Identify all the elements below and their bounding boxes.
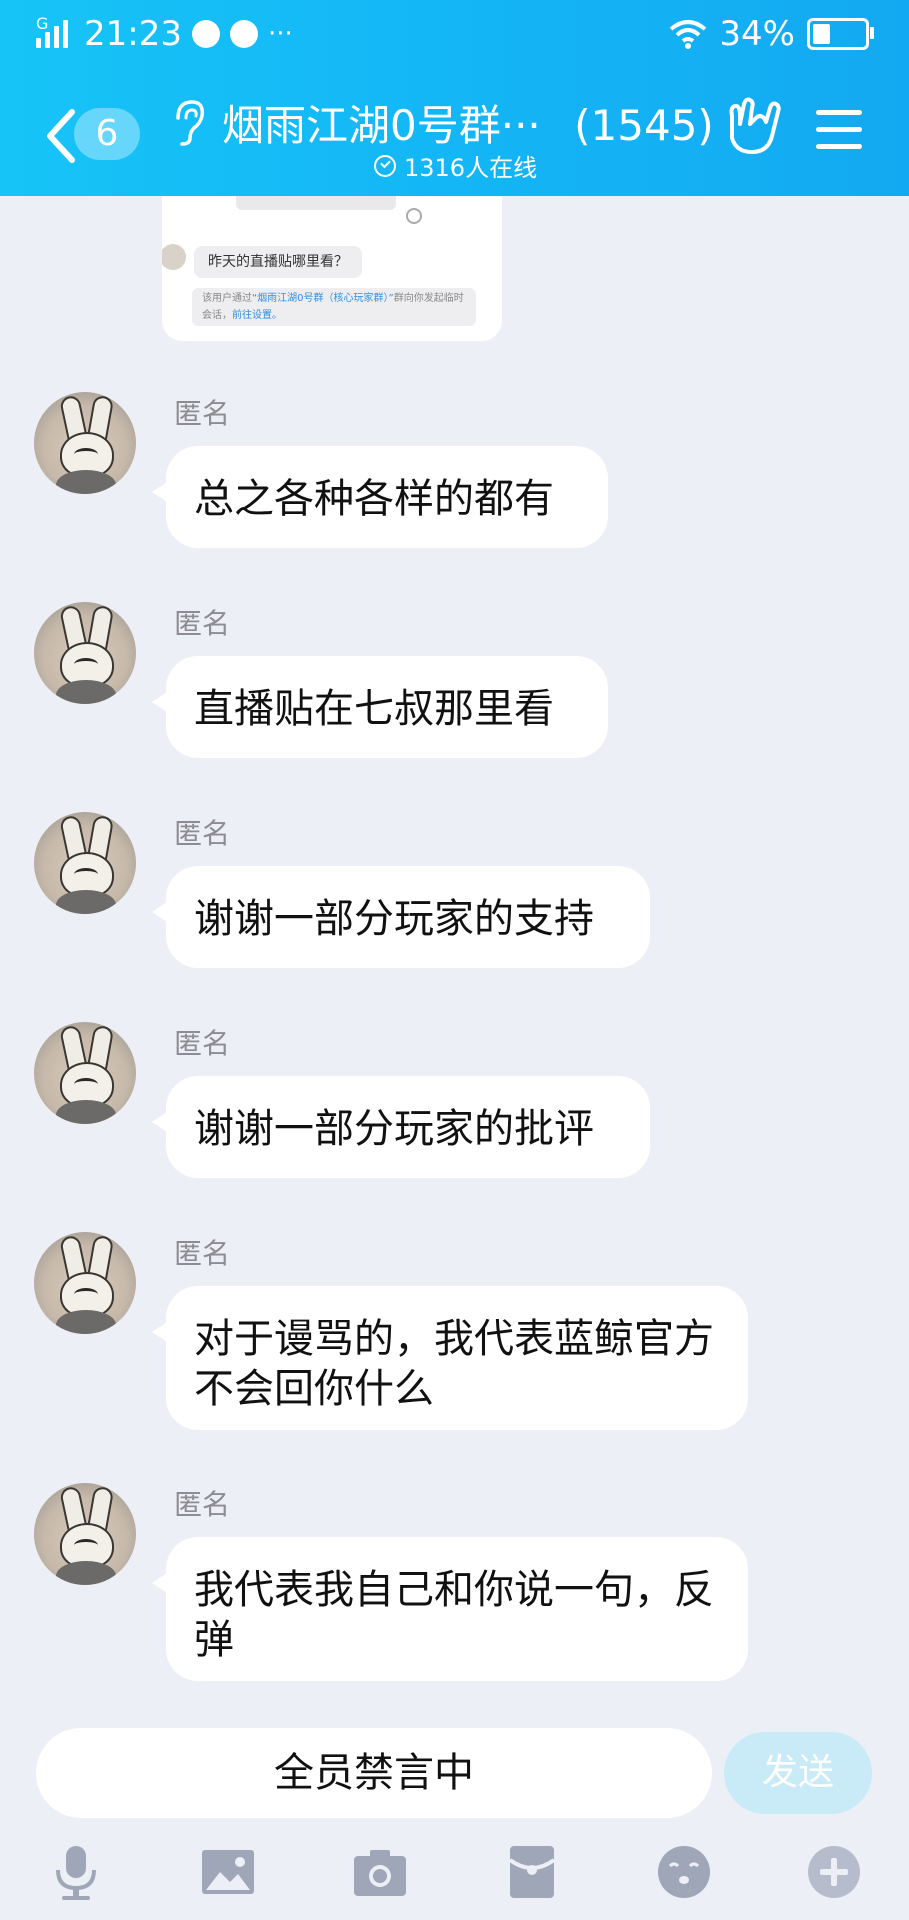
send-button[interactable]: 发送 (724, 1732, 872, 1814)
online-text: 1316人在线 (404, 154, 538, 182)
jovi-icon (229, 20, 258, 48)
note-group: “烟雨江湖0号群（核心玩家群）” (252, 293, 394, 304)
sender-name: 匿名 (174, 397, 231, 430)
message-bubble[interactable]: 谢谢一部分玩家的批评 (152, 1076, 650, 1178)
wifi-icon (670, 20, 707, 49)
mic-icon[interactable] (46, 1842, 106, 1902)
clock: 21:23 (84, 14, 182, 54)
unread-count-badge[interactable]: 6 (74, 108, 140, 160)
avatar[interactable] (34, 1232, 136, 1334)
app-notification-icon (191, 20, 220, 48)
avatar[interactable] (34, 1022, 136, 1124)
note-prefix: 该用户通过 (202, 293, 252, 304)
ear-icon[interactable] (170, 98, 206, 148)
red-packet-icon[interactable] (502, 1842, 562, 1902)
group-name: 烟雨江湖0号群··· (222, 101, 541, 150)
avatar[interactable] (34, 1483, 136, 1585)
group-title[interactable]: 烟雨江湖0号群··· (1545) (222, 92, 714, 153)
sender-name: 匿名 (174, 1027, 231, 1060)
signal-icon: G (36, 14, 74, 48)
avatar[interactable] (34, 812, 136, 914)
network-type: G (36, 14, 49, 33)
chat-area[interactable]: 昨天的直播贴哪里看？ 该用户通过“烟雨江湖0号群（核心玩家群）”群向你发起临时会… (0, 196, 909, 1716)
muted-input-field[interactable]: 全员禁言中 (36, 1728, 712, 1818)
shared-screenshot-card[interactable]: 昨天的直播贴哪里看？ 该用户通过“烟雨江湖0号群（核心玩家群）”群向你发起临时会… (162, 196, 502, 341)
online-check-icon (374, 154, 396, 177)
card-top-fragment (236, 196, 396, 210)
sender-name: 匿名 (174, 1488, 231, 1521)
mini-message: 昨天的直播贴哪里看？ (194, 246, 362, 278)
message-bubble[interactable]: 对于谩骂的，我代表蓝鲸官方不会回你什么 (152, 1286, 748, 1430)
temp-session-note: 该用户通过“烟雨江湖0号群（核心玩家群）”群向你发起临时会话，前往设置。 (192, 288, 476, 326)
input-bar: 全员禁言中 发送 (0, 1716, 909, 1826)
online-count: 1316人在线 (374, 148, 537, 183)
sender-name: 匿名 (174, 607, 231, 640)
member-count: (1545) (574, 101, 714, 150)
menu-icon[interactable] (816, 110, 862, 150)
avatar[interactable] (34, 392, 136, 494)
nav-bar: 6 烟雨江湖0号群··· (1545) 1316人在线 (0, 86, 909, 190)
chat-header: G 21:23 ··· 34% 6 烟雨江湖0号群··· (1545) 1316… (0, 0, 909, 196)
image-icon[interactable] (198, 1842, 258, 1902)
battery-icon (807, 18, 874, 50)
sender-name: 匿名 (174, 817, 231, 850)
message-bubble[interactable]: 总之各种各样的都有 (152, 446, 608, 548)
emoji-icon[interactable] (654, 1842, 714, 1902)
avatar[interactable] (34, 602, 136, 704)
chat-toolbar (0, 1826, 909, 1920)
camera-icon[interactable] (350, 1842, 410, 1902)
sender-name: 匿名 (174, 1237, 231, 1270)
mini-avatar (162, 244, 186, 270)
message-bubble[interactable]: 谢谢一部分玩家的支持 (152, 866, 650, 968)
hand-gesture-icon[interactable] (722, 96, 782, 156)
plus-icon[interactable] (804, 1842, 864, 1902)
status-bar: G 21:23 ··· 34% (0, 0, 909, 70)
more-notifications: ··· (267, 19, 293, 49)
battery-percent: 34% (719, 14, 795, 54)
note-settings-link[interactable]: 前往设置。 (232, 310, 282, 321)
message-bubble[interactable]: 我代表我自己和你说一句，反弹 (152, 1537, 748, 1681)
message-bubble[interactable]: 直播贴在七叔那里看 (152, 656, 608, 758)
magnifier-icon (406, 208, 422, 224)
